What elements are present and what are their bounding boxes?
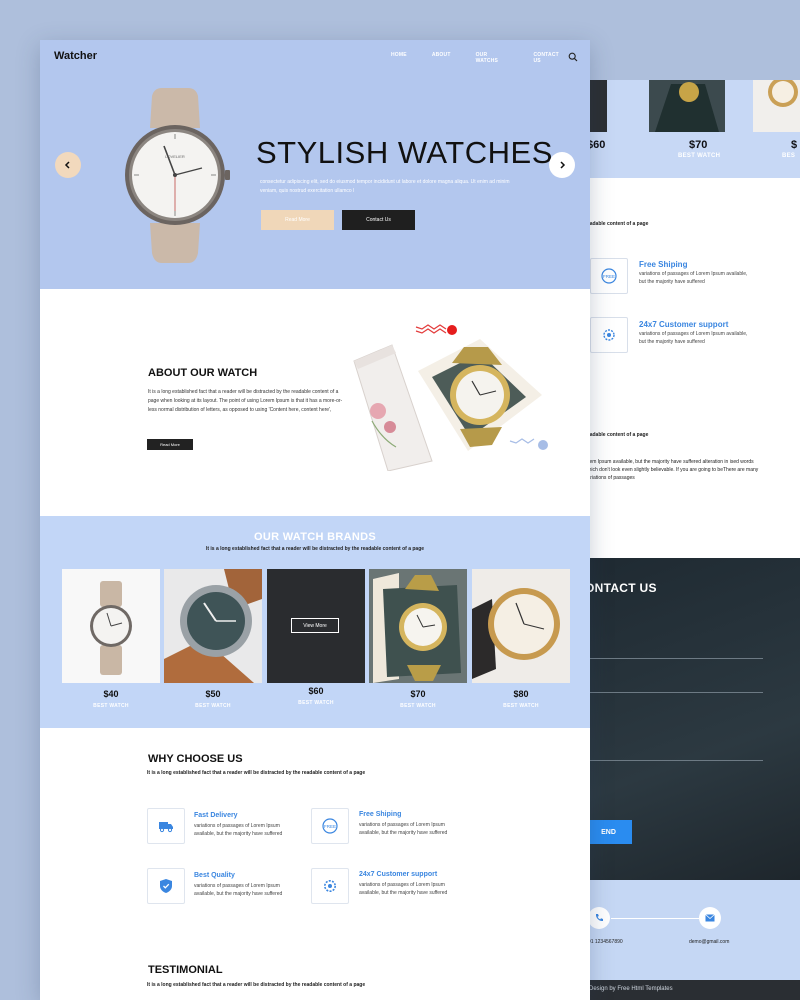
about-text: It is a long established fact that a rea… bbox=[148, 389, 343, 413]
watch-image bbox=[164, 569, 262, 683]
secondary-brands-strip: $60 $70 $ BEST WATCH BES bbox=[585, 80, 800, 178]
secondary-paragraph: orem Ipsum available, but the majority h… bbox=[585, 459, 759, 481]
hero-read-more-button[interactable]: Read More bbox=[261, 210, 334, 230]
slider-next-button[interactable] bbox=[549, 152, 575, 178]
hero-contact-us-button[interactable]: Contact Us bbox=[342, 210, 415, 230]
feature-title: Best Quality bbox=[194, 872, 235, 879]
feature-icon-box bbox=[147, 808, 185, 844]
about-read-more-button[interactable]: Read More bbox=[147, 439, 193, 450]
secondary-price-label: BEST WATCH bbox=[678, 153, 721, 159]
free-badge-icon: FREE bbox=[601, 268, 617, 284]
hero-section: Watcher HOME ABOUT OUR WATCHS CONTACT US… bbox=[40, 40, 590, 289]
feature-desc: variations of passages of Lorem Ipsum av… bbox=[359, 882, 448, 896]
brands-section: OUR WATCH BRANDS It is a long establishe… bbox=[40, 516, 590, 728]
secondary-feature-title: 24x7 Customer support bbox=[639, 320, 729, 329]
feature-desc: variations of passages of Lorem Ipsum av… bbox=[359, 822, 448, 836]
feature-icon-box bbox=[147, 868, 185, 904]
brand-label: BEST WATCH bbox=[400, 703, 436, 709]
secondary-watch-tile bbox=[753, 80, 800, 132]
brands-subtitle: It is a long established fact that a rea… bbox=[205, 546, 425, 552]
brand-price: $50 bbox=[205, 689, 221, 699]
contact-input-line[interactable] bbox=[585, 760, 763, 761]
brand-label: BEST WATCH bbox=[298, 700, 334, 706]
watch-image bbox=[369, 569, 467, 683]
feature-desc: variations of passages of Lorem Ipsum av… bbox=[194, 883, 283, 897]
brand-card[interactable] bbox=[62, 569, 160, 683]
brands-title: OUR WATCH BRANDS bbox=[254, 531, 376, 543]
brand-price: $80 bbox=[513, 689, 529, 699]
view-more-button[interactable]: View More bbox=[291, 618, 339, 633]
secondary-price: $ bbox=[791, 139, 798, 151]
brand-card[interactable]: View More bbox=[267, 569, 365, 683]
secondary-feature-desc: variations of passages of Lorem Ipsum av… bbox=[639, 331, 748, 345]
support-gear-icon bbox=[324, 880, 336, 892]
why-title: WHY CHOOSE US bbox=[148, 753, 243, 765]
hero-description: consectetur adipiscing elit, sed do eius… bbox=[260, 179, 510, 194]
testimonial-title: TESTIMONIAL bbox=[148, 964, 223, 976]
brand-price: $40 bbox=[103, 689, 119, 699]
secondary-price-label: BES bbox=[782, 153, 796, 159]
feature-title: 24x7 Customer support bbox=[359, 871, 438, 878]
secondary-feature-title: Free Shiping bbox=[639, 260, 688, 269]
watch-image bbox=[472, 569, 570, 683]
nav-our-watchs[interactable]: OUR WATCHS bbox=[476, 52, 509, 64]
nav-contact-us[interactable]: CONTACT US bbox=[533, 52, 565, 64]
support-gear-icon bbox=[603, 329, 615, 341]
hero-title: STYLISH WATCHES bbox=[256, 135, 553, 170]
svg-text:FREE: FREE bbox=[324, 824, 336, 829]
feature-title: Fast Delivery bbox=[194, 812, 238, 819]
chevron-right-icon bbox=[560, 161, 566, 169]
slider-prev-button[interactable] bbox=[55, 152, 81, 178]
brand-card[interactable] bbox=[472, 569, 570, 683]
secondary-feature-desc: variations of passages of Lorem Ipsum av… bbox=[639, 271, 748, 285]
secondary-info-strip: +01 1234567890 demo@gmail.com bbox=[585, 880, 800, 980]
secondary-price: $70 bbox=[689, 139, 708, 151]
contact-input-line[interactable] bbox=[585, 692, 763, 693]
secondary-feature-icon-box: FREE bbox=[590, 258, 628, 294]
search-icon[interactable] bbox=[568, 52, 578, 62]
brand-price: $60 bbox=[308, 686, 324, 696]
mail-icon bbox=[699, 907, 721, 929]
main-page: Watcher HOME ABOUT OUR WATCHS CONTACT US… bbox=[40, 40, 590, 1000]
about-title: ABOUT OUR WATCH bbox=[148, 367, 258, 379]
phone-icon bbox=[588, 907, 610, 929]
chevron-left-icon bbox=[64, 161, 70, 169]
secondary-phone: +01 1234567890 bbox=[585, 939, 623, 945]
hero-watch-image: LOVELIER bbox=[125, 88, 230, 263]
secondary-contact-title: ONTACT US bbox=[585, 581, 657, 595]
secondary-email: demo@gmail.com bbox=[689, 939, 730, 945]
secondary-page-preview: $60 $70 $ BEST WATCH BES readable conten… bbox=[585, 80, 800, 1000]
nav-about[interactable]: ABOUT bbox=[432, 52, 451, 64]
secondary-subtitle: readable content of a page bbox=[585, 432, 649, 438]
brand-price: $70 bbox=[410, 689, 426, 699]
nav-home[interactable]: HOME bbox=[391, 52, 407, 64]
secondary-footer: Design by Free Html Templates bbox=[585, 980, 800, 1000]
feature-desc: variations of passages of Lorem Ipsum av… bbox=[194, 823, 283, 837]
brand-card[interactable] bbox=[369, 569, 467, 683]
logo[interactable]: Watcher bbox=[54, 50, 97, 62]
feature-title: Free Shiping bbox=[359, 811, 402, 818]
free-badge-icon: FREE bbox=[322, 818, 338, 834]
about-watch-box-image bbox=[353, 324, 548, 471]
secondary-contact-section: ONTACT US END bbox=[585, 558, 800, 880]
watch-image bbox=[62, 569, 160, 683]
why-subtitle: It is a long established fact that a rea… bbox=[147, 770, 366, 776]
secondary-feature-icon-box bbox=[590, 317, 628, 353]
feature-icon-box: FREE bbox=[311, 808, 349, 844]
shield-icon bbox=[160, 879, 172, 893]
brand-label: BEST WATCH bbox=[195, 703, 231, 709]
info-divider bbox=[611, 918, 699, 919]
secondary-subtitle: readable content of a page bbox=[585, 221, 649, 227]
secondary-watch-tile bbox=[649, 80, 725, 132]
main-nav: HOME ABOUT OUR WATCHS CONTACT US bbox=[391, 52, 590, 64]
feature-icon-box bbox=[311, 868, 349, 904]
brand-label: BEST WATCH bbox=[93, 703, 129, 709]
brand-card[interactable] bbox=[164, 569, 262, 683]
contact-input-line[interactable] bbox=[585, 658, 763, 659]
truck-icon bbox=[159, 822, 173, 833]
testimonial-subtitle: It is a long established fact that a rea… bbox=[147, 982, 366, 988]
svg-text:FREE: FREE bbox=[603, 274, 615, 279]
brand-label: BEST WATCH bbox=[503, 703, 539, 709]
send-button[interactable]: END bbox=[585, 820, 632, 844]
